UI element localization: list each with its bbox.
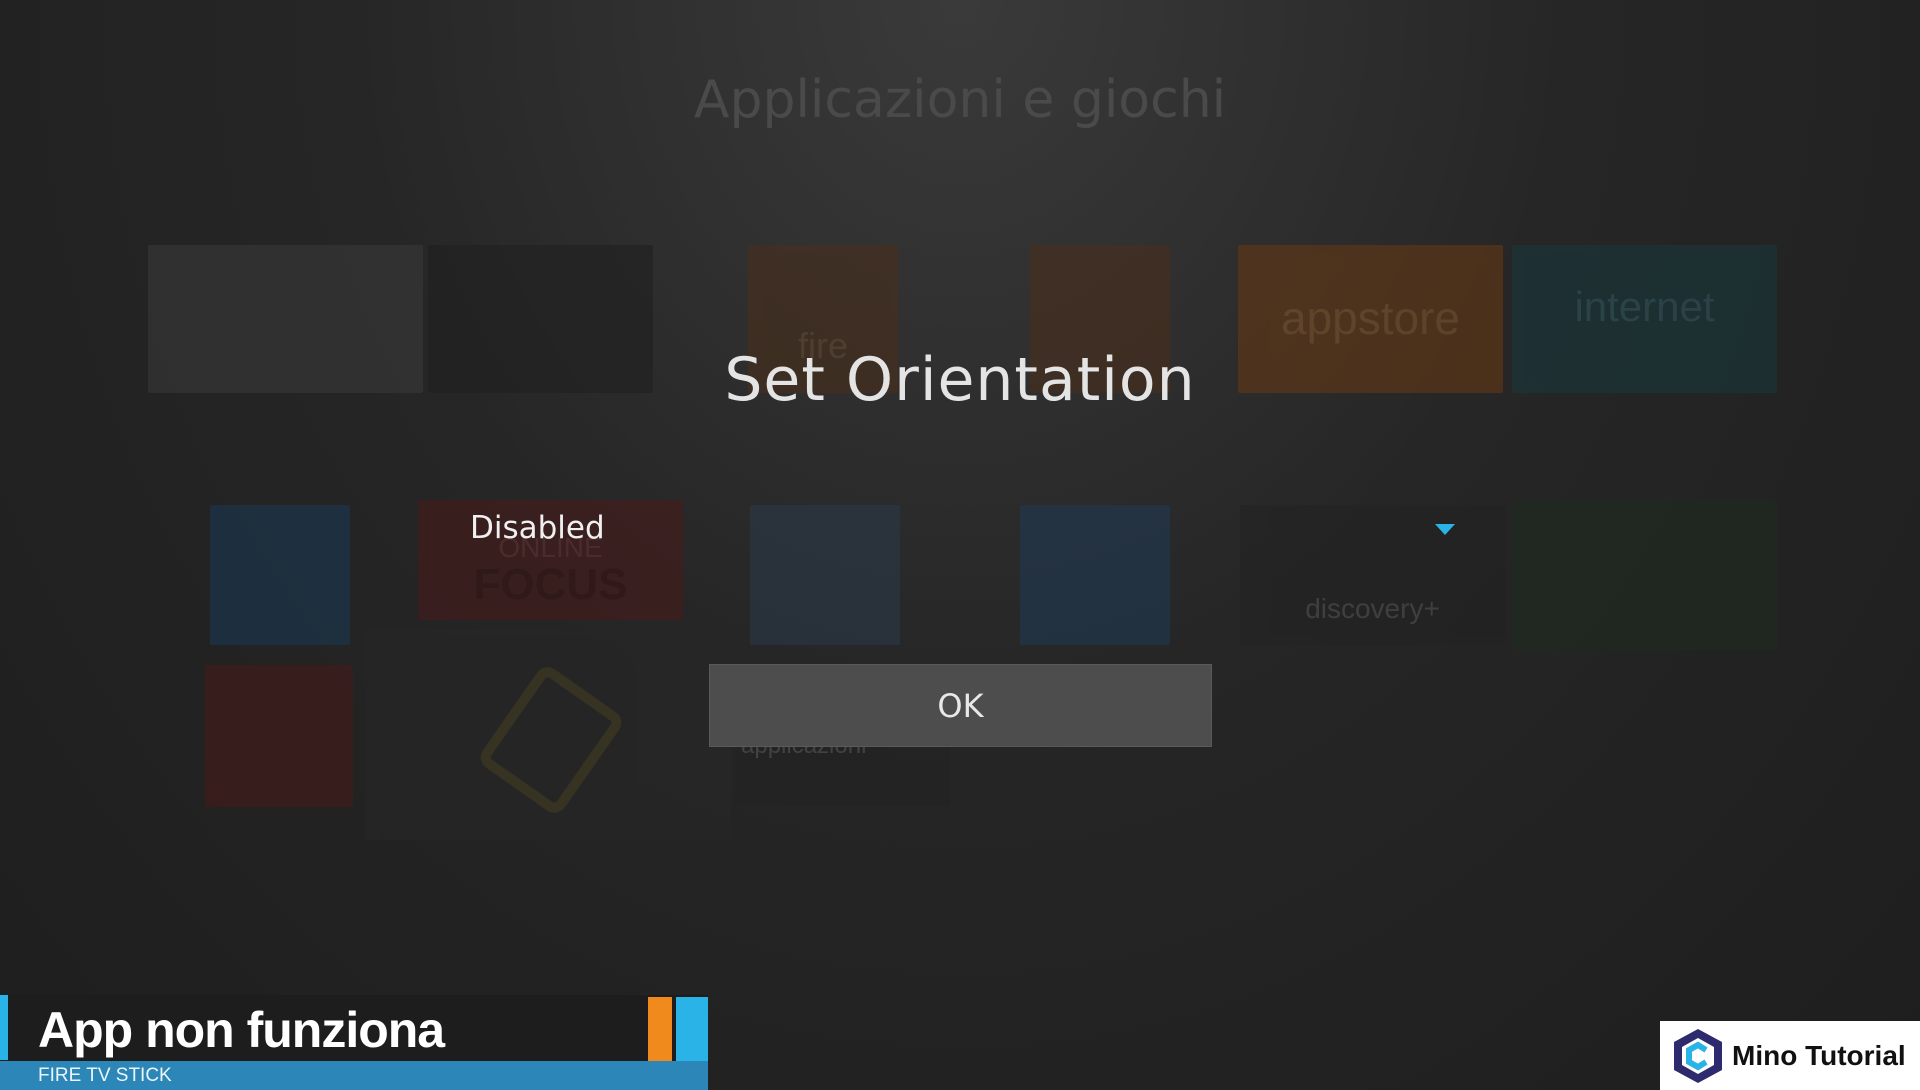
app-tile-music <box>205 665 353 807</box>
background-page-title: Applicazioni e giochi <box>693 70 1227 130</box>
ok-button[interactable]: OK <box>709 664 1212 747</box>
logo-text: Mino Tutorial <box>1732 1039 1906 1071</box>
rotate-icon <box>480 667 622 813</box>
app-tile-tv <box>1020 505 1170 645</box>
hexagon-c-icon <box>1674 1028 1722 1083</box>
dialog-title: Set Orientation <box>724 345 1196 415</box>
orientation-option-selected[interactable]: Disabled <box>470 510 605 546</box>
banner-subtitle: FIRE TV STICK <box>0 1061 708 1090</box>
app-tile-rotation <box>366 630 731 840</box>
banner-title: App non funziona <box>38 1002 445 1058</box>
dropdown-arrow-icon[interactable] <box>1435 524 1455 535</box>
video-banner: App non funziona FIRE TV STICK <box>0 995 708 1090</box>
channel-logo: Mino Tutorial <box>1660 1021 1920 1090</box>
app-tile-mx <box>210 505 350 645</box>
banner-orange-stripe <box>648 997 672 1061</box>
app-tile-discovery: discovery+ <box>1240 505 1505 645</box>
banner-accent <box>0 995 8 1060</box>
app-tile-happymod <box>1512 500 1777 650</box>
banner-blue-stripe <box>676 997 708 1061</box>
app-tile-game <box>750 505 900 645</box>
